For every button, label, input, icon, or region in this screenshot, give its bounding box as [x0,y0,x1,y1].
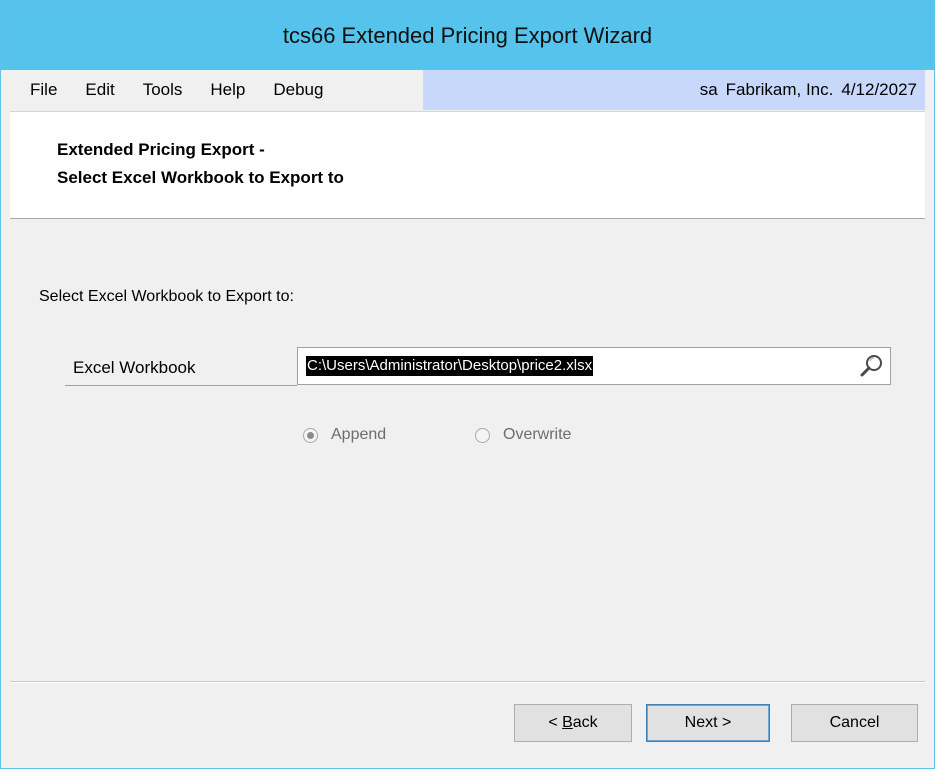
title-bar[interactable]: tcs66 Extended Pricing Export Wizard [1,1,934,70]
menu-file[interactable]: File [10,80,71,100]
status-area: sa Fabrikam, Inc. 4/12/2027 [423,70,925,110]
append-radio[interactable] [303,427,318,443]
append-label: Append [331,426,387,443]
back-prefix: < [548,714,563,731]
window-title: tcs66 Extended Pricing Export Wizard [282,23,653,48]
menu-tools[interactable]: Tools [129,80,197,100]
status-date: 4/12/2027 [841,80,917,99]
excel-workbook-input[interactable]: C:\Users\Administrator\Desktop\price2.xl… [297,347,891,385]
header-title-line2: Select Excel Workbook to Export to [57,168,344,187]
cancel-button[interactable]: Cancel [791,704,918,742]
menu-edit[interactable]: Edit [71,80,128,100]
status-user: sa [699,80,718,99]
status-company: Fabrikam, Inc. [725,80,834,99]
menu-help[interactable]: Help [196,80,259,100]
excel-workbook-value: C:\Users\Administrator\Desktop\price2.xl… [306,356,594,376]
lookup-button[interactable] [858,352,886,380]
magnifier-icon [860,355,882,377]
back-access-key: B [562,714,573,731]
append-option[interactable]: Append [303,426,386,444]
footer-separator [10,681,925,683]
overwrite-radio[interactable] [475,427,490,443]
overwrite-option[interactable]: Overwrite [475,426,571,444]
wizard-header: Extended Pricing Export - Select Excel W… [10,111,925,219]
menu-bar: File Edit Tools Help Debug sa Fabrikam, … [10,70,925,110]
next-button[interactable]: Next > [646,704,770,742]
back-button[interactable]: < Back [514,704,632,742]
field-label-underline [65,385,297,386]
menu-items: File Edit Tools Help Debug [10,70,423,110]
overwrite-label: Overwrite [503,426,572,443]
wizard-window: tcs66 Extended Pricing Export Wizard Fil… [0,0,935,769]
section-label: Select Excel Workbook to Export to: [39,288,294,305]
header-title-line1: Extended Pricing Export - [57,140,265,159]
excel-workbook-label: Excel Workbook [73,358,196,377]
menu-debug[interactable]: Debug [259,80,337,100]
back-rest: ack [572,714,598,731]
